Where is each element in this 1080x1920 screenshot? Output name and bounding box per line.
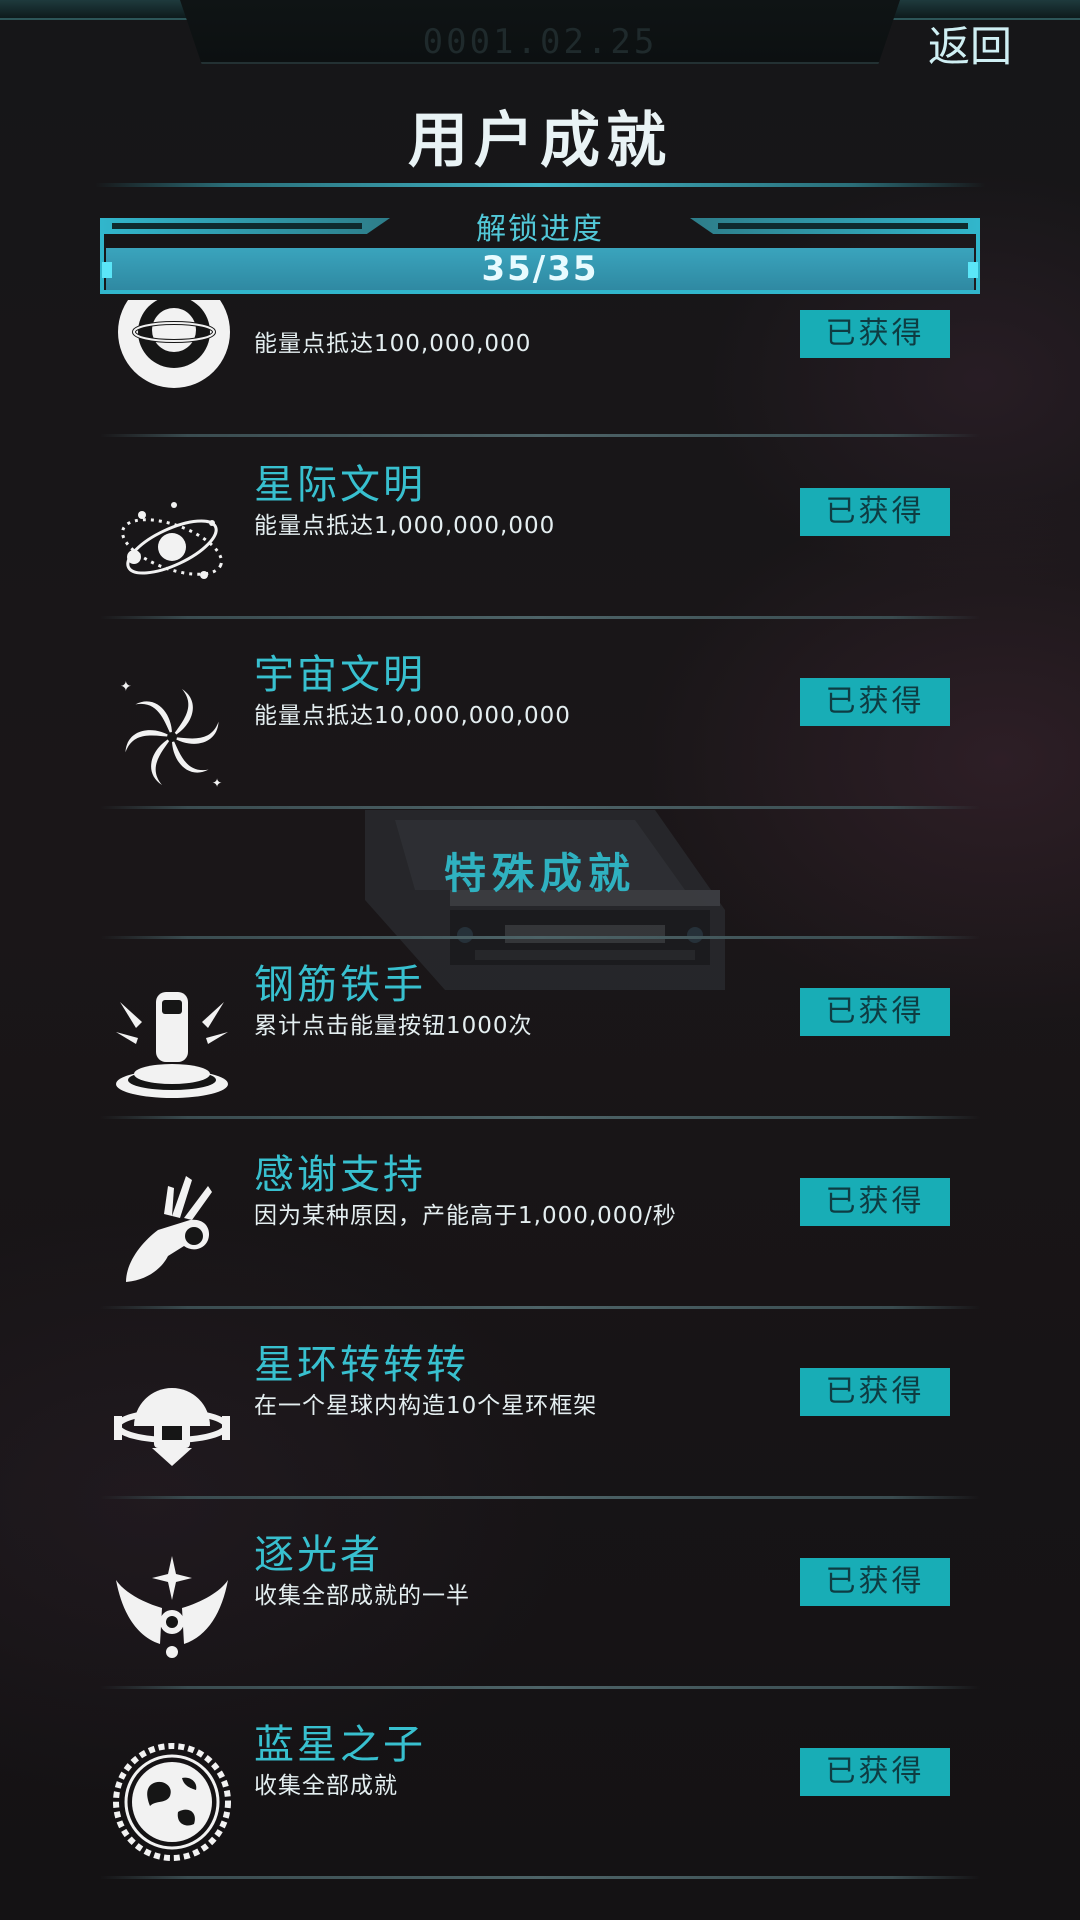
achievement-title: 星际文明 (254, 462, 426, 508)
section-divider (100, 936, 980, 939)
row-divider (100, 1686, 980, 1689)
orbit-system-icon (121, 502, 223, 579)
winged-star-icon (116, 1556, 228, 1658)
achievement-title: 感谢支持 (254, 1152, 426, 1198)
planet-ring-icon (118, 300, 230, 388)
achievement-desc: 能量点抵达10,000,000,000 (254, 703, 571, 729)
achievement-row-special-0: 钢筋铁手 累计点击能量按钮1000次 已获得 (100, 940, 980, 1130)
row-divider (100, 1116, 980, 1119)
tap-finger-icon (116, 992, 228, 1098)
achievement-desc: 能量点抵达1,000,000,000 (254, 513, 556, 539)
achievement-title: 逐光者 (254, 1532, 383, 1578)
achievement-desc: 因为某种原因，产能高于1,000,000/秒 (254, 1203, 677, 1229)
unlocked-badge: 已获得 (800, 988, 950, 1036)
ok-hand-icon (126, 1176, 212, 1282)
progress-value: 35/35 (481, 249, 599, 289)
achievement-title: 钢筋铁手 (254, 962, 426, 1008)
row-divider (100, 434, 980, 437)
row-divider (100, 806, 980, 809)
achievement-title: 星环转转转 (254, 1342, 469, 1388)
progress-knob-left (102, 262, 112, 278)
title-divider (95, 183, 985, 187)
row-divider (100, 1496, 980, 1499)
achievement-row-special-3: 逐光者 收集全部成就的一半 已获得 (100, 1510, 980, 1700)
achievement-row-2: 宇宙文明 能量点抵达10,000,000,000 已获得 (100, 630, 980, 820)
row-divider (100, 1306, 980, 1309)
game-date: 0001.02.25 (422, 22, 658, 62)
achievement-row-1: 星际文明 能量点抵达1,000,000,000 已获得 (100, 440, 980, 630)
special-section-title: 特殊成就 (443, 849, 636, 898)
unlocked-badge: 已获得 (800, 678, 950, 726)
row-divider (100, 1876, 980, 1879)
svg-text:✦: ✦ (120, 679, 132, 695)
achievement-title: 蓝星之子 (254, 1722, 426, 1768)
spiral-galaxy-icon: ✦ ✦ (120, 679, 222, 790)
achievement-row-special-4: 蓝星之子 收集全部成就 已获得 (100, 1700, 980, 1890)
page-title: 用户成就 (408, 106, 672, 176)
earth-seal-icon (113, 1743, 231, 1861)
unlocked-badge: 已获得 (800, 1558, 950, 1606)
achievement-row-special-1: 感谢支持 因为某种原因，产能高于1,000,000/秒 已获得 (100, 1130, 980, 1320)
achievements-screen: 0001.02.25 返回 用户成就 解锁进度 35/35 能量点抵达100,0… (0, 0, 1080, 1920)
unlocked-badge: 已获得 (800, 1178, 950, 1226)
unlocked-badge: 已获得 (800, 1368, 950, 1416)
back-button[interactable]: 返回 (925, 18, 1015, 76)
ring-station-icon (114, 1388, 230, 1466)
svg-text:✦: ✦ (212, 776, 222, 790)
row-divider (100, 616, 980, 619)
achievement-row-special-2: 星环转转转 在一个星球内构造10个星环框架 已获得 (100, 1320, 980, 1510)
achievement-desc: 在一个星球内构造10个星环框架 (254, 1393, 598, 1419)
achievement-desc: 累计点击能量按钮1000次 (254, 1013, 533, 1039)
achievement-desc: 收集全部成就的一半 (254, 1583, 470, 1609)
unlocked-badge: 已获得 (800, 310, 950, 358)
achievement-desc: 收集全部成就 (254, 1773, 398, 1799)
achievement-title: 宇宙文明 (254, 652, 426, 698)
unlocked-badge: 已获得 (800, 1748, 950, 1796)
achievement-desc: 能量点抵达100,000,000 (254, 331, 532, 357)
unlocked-badge: 已获得 (800, 488, 950, 536)
progress-knob-right (968, 262, 978, 278)
achievement-list[interactable]: 能量点抵达100,000,000 已获得 星际文明 能量点抵达1,000,000… (0, 300, 1080, 1920)
